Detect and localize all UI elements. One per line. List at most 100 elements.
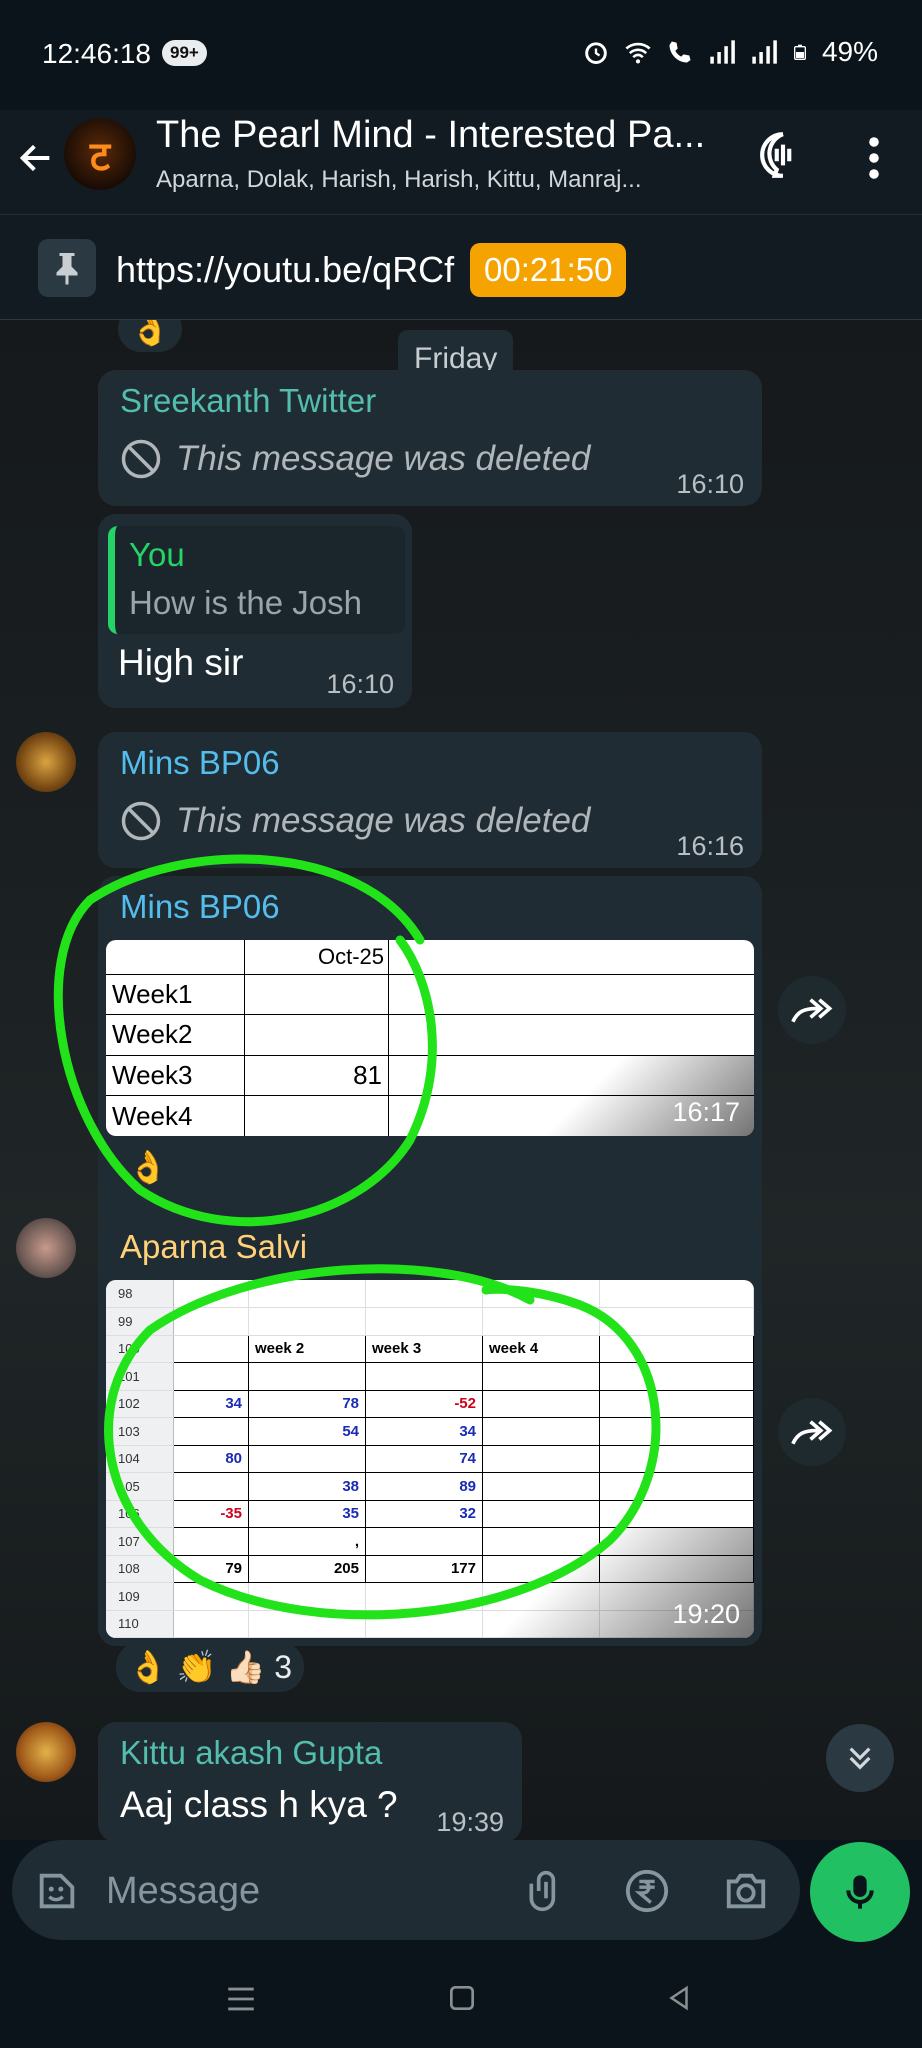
table-cell: Week2	[106, 1014, 245, 1056]
sender-avatar[interactable]	[16, 1722, 76, 1782]
table-cell: Week3	[106, 1055, 245, 1097]
sheet-cell	[599, 1280, 754, 1308]
voice-chat-icon[interactable]	[758, 130, 808, 180]
row-number: 105	[106, 1472, 174, 1501]
table-cell: Week1	[106, 974, 245, 1016]
forward-button[interactable]	[778, 976, 846, 1044]
sheet-cell	[482, 1362, 600, 1391]
chat-area[interactable]: 👌 Friday Sreekanth Twitter This message …	[0, 320, 922, 1840]
sheet-cell	[599, 1335, 754, 1363]
microphone-icon	[846, 1875, 874, 1909]
wifi-icon	[625, 42, 651, 64]
sheet-cell: 38	[248, 1472, 366, 1501]
sheet-cell: week 3	[365, 1335, 483, 1363]
group-members[interactable]: Aparna, Dolak, Harish, Harish, Kittu, Ma…	[156, 166, 642, 194]
sender-name[interactable]: Mins BP06	[120, 888, 280, 926]
sheet-row: 100 week 2 week 3 week 4	[106, 1335, 754, 1363]
sender-name[interactable]: Mins BP06	[120, 744, 280, 782]
sheet-cell	[173, 1335, 249, 1363]
sender-avatar[interactable]	[16, 732, 76, 792]
sheet-cell	[599, 1472, 754, 1501]
back-nav-icon[interactable]	[664, 1982, 694, 2014]
reaction-pill[interactable]: 👌	[118, 320, 182, 352]
blocked-icon	[121, 801, 161, 841]
recents-icon[interactable]	[224, 1984, 258, 2014]
sheet-cell: 34	[365, 1417, 483, 1446]
sheet-cell: -35	[173, 1500, 249, 1528]
deleted-message: This message was deleted	[120, 800, 590, 842]
sheet-cell	[482, 1280, 600, 1308]
forward-icon	[791, 998, 833, 1023]
quoted-message[interactable]: You How is the Josh	[108, 526, 405, 634]
row-number: 102	[106, 1390, 174, 1418]
sheet-cell	[482, 1307, 600, 1336]
message-bubble[interactable]: Kittu akash Gupta Aaj class h kya ? 19:3…	[98, 1722, 522, 1840]
sheet-cell	[365, 1362, 483, 1391]
quoted-text: How is the Josh	[129, 584, 362, 621]
sheet-cell	[365, 1280, 483, 1308]
message-bubble[interactable]: Sreekanth Twitter This message was delet…	[98, 370, 762, 506]
sheet-cell: 177	[365, 1555, 483, 1583]
blocked-icon	[121, 439, 161, 479]
message-bubble[interactable]: Mins BP06 This message was deleted 16:16	[98, 732, 762, 868]
sheet-cell	[173, 1472, 249, 1501]
image-message[interactable]: Aparna Salvi 98 99 100 week 2 week 3 week 4 10…	[98, 1216, 762, 1646]
forward-icon	[791, 1420, 833, 1445]
message-time: 16:10	[326, 669, 394, 699]
forward-button[interactable]	[778, 1398, 846, 1466]
message-time: 19:39	[436, 1807, 504, 1837]
sheet-cell	[482, 1445, 600, 1473]
reaction-pill[interactable]: 👌	[116, 1142, 180, 1192]
sheet-row: 105 38 89	[106, 1472, 754, 1501]
table-cell	[244, 1095, 389, 1136]
scroll-to-bottom-button[interactable]	[826, 1724, 894, 1792]
spreadsheet-image[interactable]: 98 99 100 week 2 week 3 week 4 101 102 34 78 -52 10…	[106, 1280, 754, 1638]
pinned-message-bar[interactable]: https://youtu.be/qRCf 00:21:50	[0, 215, 922, 321]
deleted-text: This message was deleted	[176, 801, 591, 840]
sheet-row: 99	[106, 1307, 754, 1336]
pinned-link[interactable]: https://youtu.be/qRCf	[116, 249, 454, 291]
back-arrow-icon[interactable]	[16, 138, 56, 178]
table-cell	[244, 1014, 389, 1056]
table-image[interactable]: Oct-25 Week1 Week2 Week3 81 Week4 16:17	[106, 940, 754, 1136]
sender-name[interactable]: Aparna Salvi	[120, 1228, 307, 1266]
sheet-cell	[248, 1582, 366, 1611]
reaction-emojis: 👌 👏 👍🏻 3	[128, 1649, 292, 1685]
sheet-cell	[365, 1582, 483, 1611]
mic-button[interactable]	[810, 1842, 910, 1942]
sheet-cell: 80	[173, 1445, 249, 1473]
row-number: 100	[106, 1335, 174, 1363]
camera-icon[interactable]	[722, 1868, 770, 1914]
sheet-cell	[599, 1307, 754, 1336]
message-bubble[interactable]: You How is the Josh High sir 16:10	[98, 514, 412, 708]
sheet-cell: 35	[248, 1500, 366, 1528]
table-cell: 81	[244, 1055, 389, 1097]
message-input[interactable]: Message	[106, 1870, 260, 1913]
sender-name[interactable]: Kittu akash Gupta	[120, 1734, 382, 1772]
sheet-cell	[248, 1610, 366, 1638]
sheet-cell: -52	[365, 1390, 483, 1418]
more-options-icon[interactable]	[862, 134, 886, 182]
attach-icon[interactable]	[524, 1868, 568, 1914]
group-avatar[interactable]: ट	[64, 118, 136, 190]
sheet-cell: 74	[365, 1445, 483, 1473]
row-number: 107	[106, 1527, 174, 1556]
sender-avatar[interactable]	[16, 1218, 76, 1278]
home-icon[interactable]	[446, 1982, 478, 2014]
sheet-cell	[599, 1417, 754, 1446]
message-composer[interactable]: Message	[12, 1840, 800, 1940]
sheet-cell	[482, 1390, 600, 1418]
status-bar: 12:46:18 99+ 49%	[0, 0, 922, 110]
message-time: 16:16	[676, 831, 744, 861]
sheet-cell	[482, 1417, 600, 1446]
sheet-row: 103 54 34	[106, 1417, 754, 1446]
payment-rupee-icon[interactable]	[624, 1868, 670, 1914]
group-title[interactable]: The Pearl Mind - Interested Pa...	[156, 114, 705, 157]
sender-name[interactable]: Sreekanth Twitter	[120, 382, 376, 420]
reaction-pill[interactable]: 👌 👏 👍🏻 3	[116, 1642, 304, 1692]
sticker-icon[interactable]	[34, 1868, 80, 1914]
chevron-double-down-icon	[849, 1747, 871, 1770]
pin-icon	[38, 239, 96, 297]
message-time: 16:17	[672, 1097, 740, 1127]
row-number: 106	[106, 1500, 174, 1528]
